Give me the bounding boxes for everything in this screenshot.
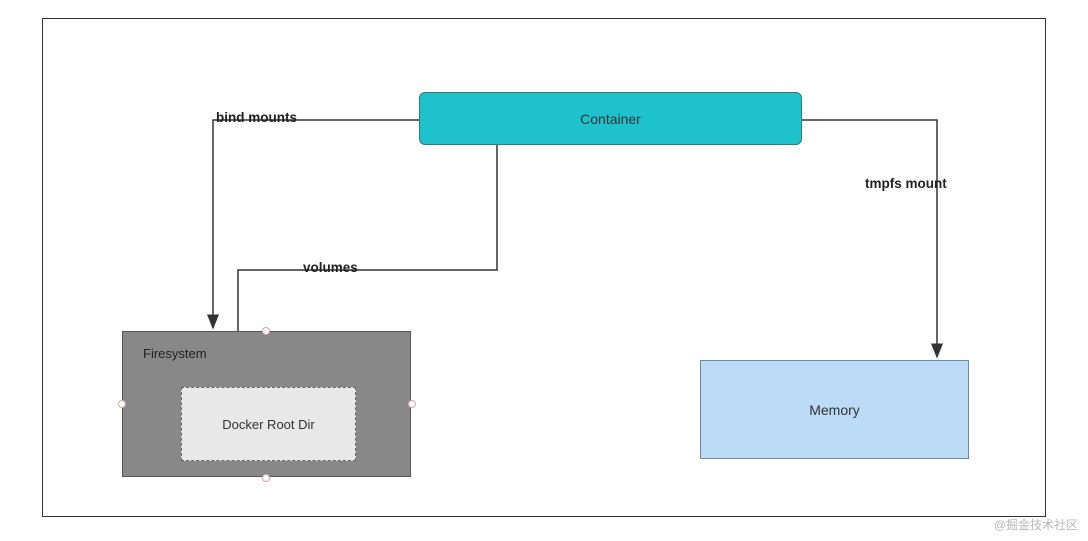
selection-handle: [118, 400, 126, 408]
container-label: Container: [580, 111, 641, 127]
filesystem-label: Firesystem: [143, 346, 207, 361]
edge-label-tmpfs: tmpfs mount: [865, 176, 947, 191]
memory-node: Memory: [700, 360, 969, 459]
docker-root-node: Docker Root Dir: [181, 387, 356, 461]
edge-label-bind: bind mounts: [216, 110, 297, 125]
watermark: @掘金技术社区: [994, 516, 1078, 533]
selection-handle: [262, 327, 270, 335]
selection-handle: [408, 400, 416, 408]
container-node: Container: [419, 92, 802, 145]
selection-handle: [262, 474, 270, 482]
edge-label-volumes: volumes: [303, 260, 358, 275]
docker-root-label: Docker Root Dir: [222, 417, 314, 432]
memory-label: Memory: [809, 402, 860, 418]
